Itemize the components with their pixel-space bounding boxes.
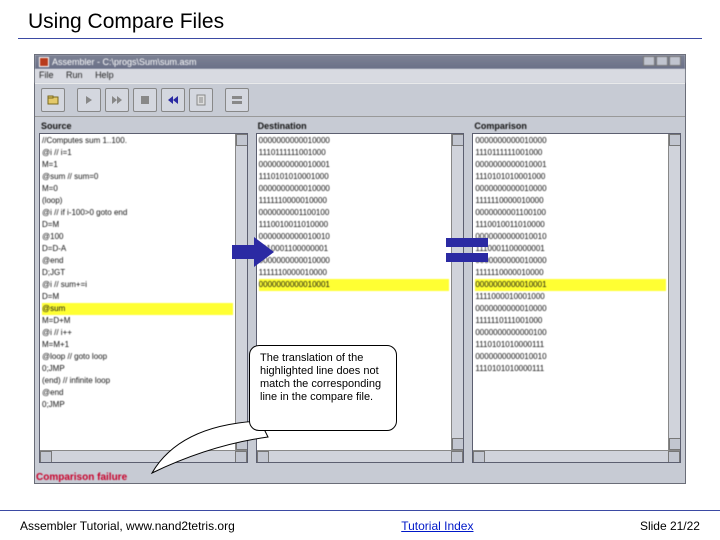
list-item[interactable]: 1110111111001000 xyxy=(259,147,450,159)
list-item[interactable]: 0000000000010010 xyxy=(475,231,666,243)
list-item[interactable]: 0000000000010001 xyxy=(259,159,450,171)
list-item[interactable]: 1110111111001000 xyxy=(475,147,666,159)
list-item[interactable]: 1110010011010000 xyxy=(475,219,666,231)
scrollbar-horizontal[interactable] xyxy=(473,450,680,462)
list-item[interactable]: D=M xyxy=(42,291,233,303)
list-item[interactable]: 0000000000010000 xyxy=(259,255,450,267)
list-item[interactable]: M=0 xyxy=(42,183,233,195)
list-item[interactable]: 0000000000010001 xyxy=(259,279,450,291)
list-item[interactable]: 0000000000010001 xyxy=(475,159,666,171)
scrollbar-vertical[interactable] xyxy=(235,134,247,450)
compare-button[interactable] xyxy=(225,88,249,112)
window-titlebar: Assembler - C:\progs\Sum\sum.asm xyxy=(35,55,685,69)
list-item[interactable]: 1111110000010000 xyxy=(259,267,450,279)
app-icon xyxy=(39,57,49,67)
list-item[interactable]: @sum // sum=0 xyxy=(42,171,233,183)
comparison-label: Comparison xyxy=(472,121,681,133)
list-item[interactable]: M=D+M xyxy=(42,315,233,327)
callout-text: The translation of the highlighted line … xyxy=(260,352,381,403)
rewind-button[interactable] xyxy=(161,88,185,112)
list-item[interactable]: 1110010011010000 xyxy=(259,219,450,231)
tutorial-index-link[interactable]: Tutorial Index xyxy=(401,519,473,533)
open-button[interactable] xyxy=(41,88,65,112)
script-button[interactable] xyxy=(189,88,213,112)
list-item[interactable]: 0000000000010000 xyxy=(475,135,666,147)
list-item[interactable]: @i // i++ xyxy=(42,327,233,339)
list-item[interactable]: 1111110000010000 xyxy=(475,195,666,207)
list-item[interactable]: M=M+1 xyxy=(42,339,233,351)
list-item[interactable]: D=D-A xyxy=(42,243,233,255)
list-item[interactable]: 1110101010000111 xyxy=(475,339,666,351)
list-item[interactable]: 0000000000010001 xyxy=(475,279,666,291)
source-list[interactable]: //Computes sum 1..100. @i // i=1 M=1 @su… xyxy=(39,133,248,463)
list-item[interactable]: 0000000001100100 xyxy=(475,207,666,219)
list-item[interactable]: D=M xyxy=(42,219,233,231)
equals-icon xyxy=(446,232,488,266)
list-item[interactable]: 0000000000010000 xyxy=(475,255,666,267)
list-item[interactable]: (end) // infinite loop xyxy=(42,375,233,387)
list-item[interactable]: 0000000000010000 xyxy=(475,183,666,195)
source-label: Source xyxy=(39,121,248,133)
menu-run[interactable]: Run xyxy=(66,70,83,80)
fast-forward-button[interactable] xyxy=(105,88,129,112)
list-item[interactable]: 1111000010001000 xyxy=(475,291,666,303)
list-item[interactable]: @i // if i-100>0 goto end xyxy=(42,207,233,219)
list-item[interactable]: 1111110000010000 xyxy=(259,195,450,207)
status-error: Comparison failure xyxy=(36,472,127,483)
list-item[interactable]: @sum xyxy=(42,303,233,315)
list-item[interactable]: @end xyxy=(42,255,233,267)
scrollbar-vertical[interactable] xyxy=(668,134,680,450)
window-controls[interactable] xyxy=(642,56,681,68)
list-item[interactable]: 0000000000010000 xyxy=(259,183,450,195)
list-item[interactable]: @i // i=1 xyxy=(42,147,233,159)
list-item[interactable]: 0000000000010010 xyxy=(475,351,666,363)
toolbar xyxy=(35,83,685,117)
footer-left: Assembler Tutorial, www.nand2tetris.org xyxy=(20,519,235,533)
list-item[interactable]: @100 xyxy=(42,231,233,243)
maximize-icon[interactable] xyxy=(656,56,668,66)
list-item[interactable]: 1110101010001000 xyxy=(259,171,450,183)
list-item[interactable]: //Computes sum 1..100. xyxy=(42,135,233,147)
list-item[interactable]: 0000000000010000 xyxy=(259,135,450,147)
list-item[interactable]: 0000000000010010 xyxy=(259,231,450,243)
scrollbar-horizontal[interactable] xyxy=(40,450,247,462)
list-item[interactable]: 1111110000010000 xyxy=(475,267,666,279)
step-button[interactable] xyxy=(77,88,101,112)
footer-right: Slide 21/22 xyxy=(640,519,700,533)
list-item[interactable]: 1110101010000111 xyxy=(475,363,666,375)
comparison-list[interactable]: 0000000000010000111011111100100000000000… xyxy=(472,133,681,463)
list-item[interactable]: @end xyxy=(42,387,233,399)
comparison-pane: Comparison 00000000000100001110111111001… xyxy=(472,121,681,463)
stop-button[interactable] xyxy=(133,88,157,112)
window-title: Assembler - C:\progs\Sum\sum.asm xyxy=(52,57,197,67)
source-pane: Source //Computes sum 1..100. @i // i=1 … xyxy=(39,121,248,463)
list-item[interactable]: M=1 xyxy=(42,159,233,171)
list-item[interactable]: 1110101010001000 xyxy=(475,171,666,183)
list-item[interactable]: D;JGT xyxy=(42,267,233,279)
slide-footer: Assembler Tutorial, www.nand2tetris.org … xyxy=(0,510,720,540)
scrollbar-vertical[interactable] xyxy=(451,134,463,450)
list-item[interactable]: 0000000000000100 xyxy=(475,327,666,339)
list-item[interactable]: 1110001100000001 xyxy=(475,243,666,255)
list-item[interactable]: 0;JMP xyxy=(42,399,233,411)
close-icon[interactable] xyxy=(669,56,681,66)
list-item[interactable]: 1110001100000001 xyxy=(259,243,450,255)
scrollbar-horizontal[interactable] xyxy=(257,450,464,462)
list-item[interactable]: (loop) xyxy=(42,195,233,207)
list-item[interactable]: 0000000000010000 xyxy=(475,303,666,315)
title-divider xyxy=(18,38,702,39)
minimize-icon[interactable] xyxy=(643,56,655,66)
menu-file[interactable]: File xyxy=(39,70,54,80)
destination-label: Destination xyxy=(256,121,465,133)
arrow-right-icon xyxy=(232,235,274,269)
page-title: Using Compare Files xyxy=(0,0,720,38)
callout-box: The translation of the highlighted line … xyxy=(249,345,397,431)
menu-bar[interactable]: File Run Help xyxy=(35,69,685,83)
list-item[interactable]: 1111110111001000 xyxy=(475,315,666,327)
list-item[interactable]: @loop // goto loop xyxy=(42,351,233,363)
list-item[interactable]: 0000000001100100 xyxy=(259,207,450,219)
list-item[interactable]: 0;JMP xyxy=(42,363,233,375)
menu-help[interactable]: Help xyxy=(95,70,114,80)
list-item[interactable]: @i // sum+=i xyxy=(42,279,233,291)
